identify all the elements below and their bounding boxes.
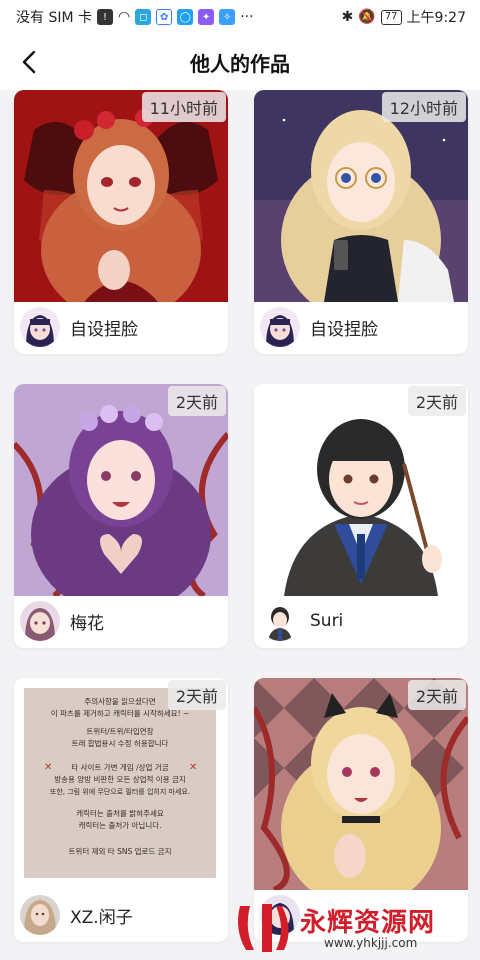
note-line: 트위터 제외 타 SNS 업로드 금지 [69,846,172,856]
avatar-image [20,307,60,347]
user-avatar[interactable] [260,307,300,347]
watermark-brand: 永辉资源网 [300,908,436,938]
note-line: 또한, 그림 위에 무단으로 필터를 입히지 마세요. [50,787,190,796]
user-name[interactable]: Suri [310,611,343,631]
work-card[interactable]: 2天前 梅花 [14,384,228,648]
user-avatar[interactable] [20,307,60,347]
time-badge: 11小时前 [141,92,226,122]
watermark-logo-icon [238,904,289,952]
work-card[interactable]: 12小时前 自设捏脸 [254,90,468,354]
card-footer: XZ.闲子 [14,888,228,942]
card-footer: 梅花 [14,594,228,648]
search-app-icon: ◯ [177,9,194,25]
page-title: 他人的作品 [190,52,290,76]
user-avatar[interactable] [20,601,60,641]
app-bar: 他人的作品 [0,34,480,90]
avatar-image [260,307,300,347]
work-card[interactable]: 2天前 Suri [254,384,468,648]
user-name[interactable]: 自设捏脸 [310,315,378,340]
paw-app-icon: ✿ [156,9,173,25]
carrier-text: 没有 SIM 卡 [16,10,92,26]
card-footer: 自设捏脸 [254,300,468,354]
status-bar-left: 没有 SIM 卡 ! ◠ ◻ ✿ ◯ ✦ ✧ ··· [16,7,254,27]
colorful-app-icon: ✦ [198,9,215,25]
card-footer: Suri [254,594,468,648]
note-line: 트위터/트위/타입연장 [86,726,153,736]
note-line: 캐릭터는 출처를 밝혀주세요 [76,808,164,818]
note-line: 캐릭터는 출처가 아닙니다. [78,820,161,830]
status-bar: 没有 SIM 卡 ! ◠ ◻ ✿ ◯ ✦ ✧ ··· ✱ 🔕 77 上午9:27 [0,0,480,34]
work-image[interactable]: 11小时前 [14,90,228,302]
note-line: 주의사항을 읽으셨다면 [84,696,155,706]
user-name[interactable]: XZ.闲子 [70,903,133,928]
note-line: 트레 합법용시 수정 허용합니다 [72,738,169,748]
cross-mark-icon: ✕ [189,762,197,773]
note-line: 이 파츠를 제거하고 캐릭터를 시작하세요! ~ [51,708,190,718]
cross-mark-icon: ✕ [44,762,52,773]
time-badge: 2天前 [407,680,466,710]
status-bar-right: ✱ 🔕 77 上午9:27 [342,7,466,27]
site-watermark: 永辉资源网 www.yhkjjj.com [232,900,472,956]
user-avatar[interactable] [20,895,60,935]
time-badge: 12小时前 [381,92,466,122]
user-name[interactable]: 自设捏脸 [70,315,138,340]
work-image[interactable]: 2天前 [254,678,468,890]
avatar-image [260,601,300,641]
more-notifications-icon: ··· [240,9,254,25]
user-avatar[interactable] [260,601,300,641]
time-badge: 2天前 [167,386,226,416]
work-image[interactable]: 주의사항을 읽으셨다면 이 파츠를 제거하고 캐릭터를 시작하세요! ~ 트위터… [14,678,228,890]
battery-indicator: 77 [380,9,402,25]
work-card[interactable]: 주의사항을 읽으셨다면 이 파츠를 제거하고 캐릭터를 시작하세요! ~ 트위터… [14,678,228,942]
work-image[interactable]: 2天前 [14,384,228,596]
time-badge: 2天前 [167,680,226,710]
work-card[interactable]: 11小时前 自设捏脸 [14,90,228,354]
clock-text: 上午9:27 [406,10,466,26]
mute-icon: 🔕 [358,9,376,25]
bluetooth-icon: ✱ [341,9,354,25]
user-name[interactable]: 梅花 [70,609,104,634]
work-image[interactable]: 2天前 [254,384,468,596]
note-line: 방송용 양방 비판한 모든 상업적 이용 금지 [54,774,186,784]
app-notification-icon: ◻ [135,9,152,25]
work-image[interactable]: 12小时前 [254,90,468,302]
time-badge: 2天前 [407,386,466,416]
note-line: 타 사이트 가변 게임 /상업 거금 [71,762,168,772]
card-footer: 自设捏脸 [14,300,228,354]
watermark-url: www.yhkjjj.com [324,936,418,950]
avatar-image [20,895,60,935]
sim-alert-icon: ! [97,9,113,25]
avatar-image [20,601,60,641]
bulb-app-icon: ✧ [219,9,236,25]
wifi-icon: ◠ [118,9,131,25]
